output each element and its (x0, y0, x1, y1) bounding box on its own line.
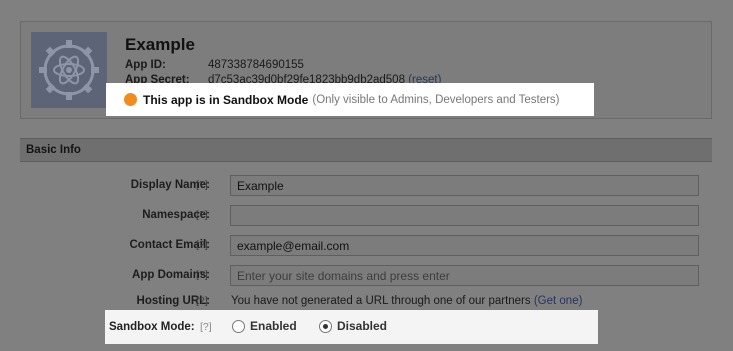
hosting-url-help-link[interactable]: [?] (196, 295, 208, 307)
app-id-value: 487338784690155 (208, 59, 304, 71)
form-row-display-name: Display Name: [?] (20, 175, 712, 197)
sandbox-enabled-radio[interactable]: Enabled (232, 319, 297, 333)
contact-email-help-link[interactable]: [?] (196, 239, 208, 251)
form-row-namespace: Namespace: [?] (20, 205, 712, 227)
get-one-link[interactable]: (Get one) (534, 295, 583, 307)
app-id-row: App ID: 487338784690155 (125, 59, 304, 71)
section-title-basic-info: Basic Info (20, 138, 712, 162)
hosting-url-message: You have not generated a URL through one… (231, 295, 531, 307)
sandbox-status-note: (Only visible to Admins, Developers and … (312, 93, 560, 106)
namespace-help-link[interactable]: [?] (196, 209, 208, 221)
app-icon (31, 32, 107, 108)
radio-checked-icon[interactable] (319, 319, 332, 333)
contact-email-input[interactable] (230, 235, 699, 256)
sandbox-disabled-label: Disabled (337, 319, 388, 333)
display-name-input[interactable] (230, 175, 699, 196)
atom-gear-icon (39, 40, 99, 100)
app-domains-help-link[interactable]: [?] (196, 269, 208, 281)
form-row-sandbox-mode: Sandbox Mode: [?] Enabled Disabled (105, 310, 598, 344)
sandbox-mode-banner: This app is in Sandbox Mode (Only visibl… (106, 83, 594, 116)
namespace-input[interactable] (230, 205, 699, 226)
app-domains-input[interactable] (230, 265, 699, 286)
form-row-contact-email: Contact Email: [?] (20, 235, 712, 257)
display-name-help-link[interactable]: [?] (196, 179, 208, 191)
app-id-label: App ID: (125, 59, 166, 71)
hosting-url-text: You have not generated a URL through one… (231, 295, 582, 307)
sandbox-enabled-label: Enabled (250, 319, 297, 333)
app-name: Example (125, 35, 195, 54)
sandbox-mode-help-link[interactable]: [?] (200, 321, 212, 333)
form-row-app-domains: App Domains: [?] (20, 265, 712, 287)
radio-unchecked-icon[interactable] (232, 319, 245, 333)
status-dot-icon (124, 93, 137, 106)
sandbox-status-text: This app is in Sandbox Mode (143, 92, 309, 107)
sandbox-mode-label: Sandbox Mode: (109, 321, 195, 333)
sandbox-disabled-radio[interactable]: Disabled (319, 319, 387, 333)
